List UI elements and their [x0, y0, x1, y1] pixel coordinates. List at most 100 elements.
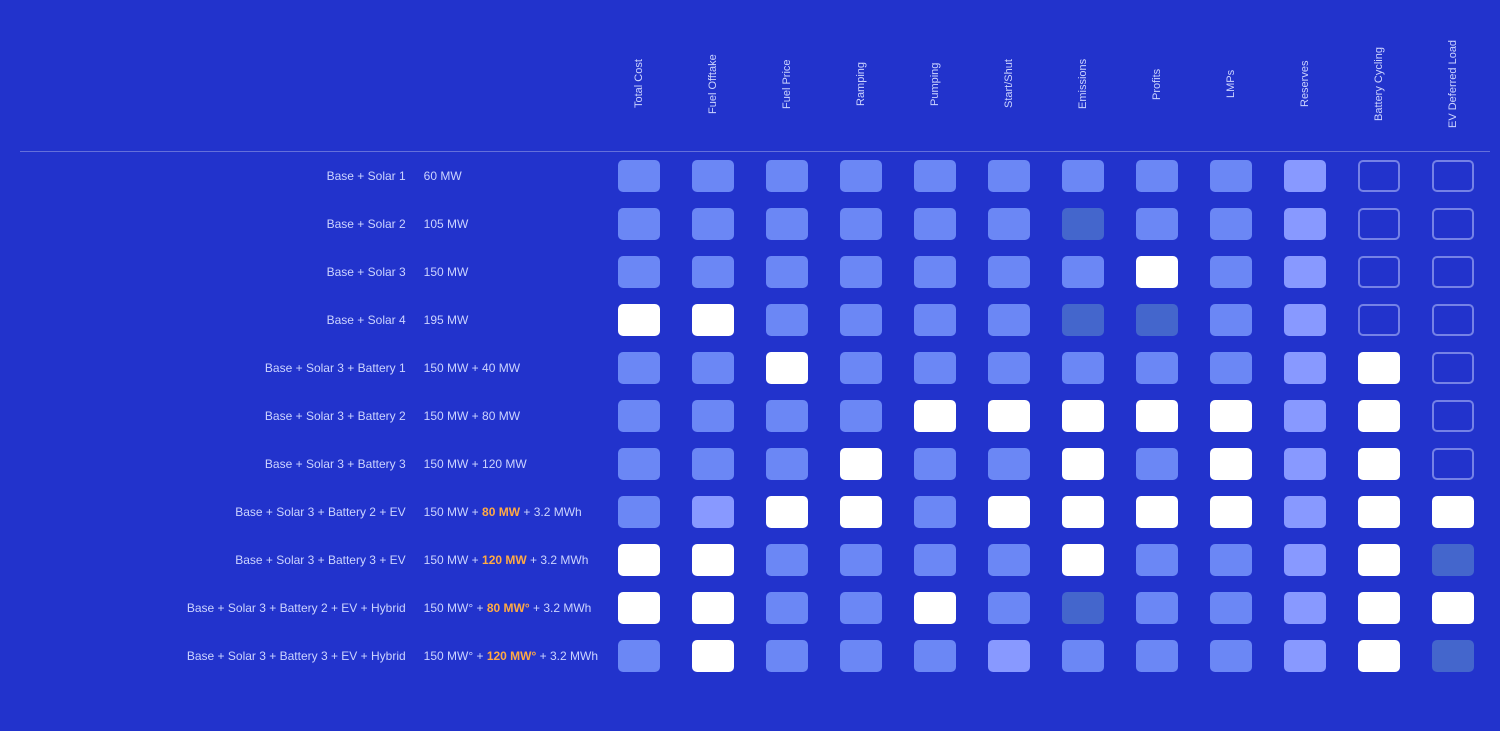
cell-box: [1210, 400, 1252, 432]
cell-box: [988, 640, 1030, 672]
data-cell: [602, 344, 676, 392]
data-cell: [824, 152, 898, 200]
cell-box: [1358, 496, 1400, 528]
data-cell: [1194, 392, 1268, 440]
data-cell: [1342, 152, 1416, 200]
data-cell: [1046, 200, 1120, 248]
cell-box: [840, 208, 882, 240]
table-row: Base + Solar 2105 MW: [20, 200, 1490, 248]
header-row: Total Cost Fuel Offtake Fuel Price Rampi…: [20, 20, 1490, 152]
cell-box: [1136, 352, 1178, 384]
cell-box: [618, 448, 660, 480]
data-cell: [1416, 296, 1490, 344]
data-cell: [1342, 536, 1416, 584]
cell-box: [914, 640, 956, 672]
data-cell: [750, 632, 824, 680]
data-cell: [1120, 392, 1194, 440]
data-cell: [1194, 488, 1268, 536]
data-cell: [676, 392, 750, 440]
data-cell: [750, 248, 824, 296]
table-body: Base + Solar 160 MWBase + Solar 2105 MWB…: [20, 152, 1490, 680]
th-emissions: Emissions: [1046, 20, 1120, 152]
cell-box: [988, 256, 1030, 288]
cell-box: [618, 400, 660, 432]
data-cell: [602, 584, 676, 632]
cell-box: [618, 640, 660, 672]
cell-box: [914, 160, 956, 192]
th-profits: Profits: [1120, 20, 1194, 152]
data-cell: [602, 488, 676, 536]
cell-box: [1062, 160, 1104, 192]
th-battery-cycling: Battery Cycling: [1342, 20, 1416, 152]
data-cell: [1046, 296, 1120, 344]
data-cell: [824, 632, 898, 680]
data-cell: [676, 296, 750, 344]
data-cell: [602, 200, 676, 248]
data-cell: [972, 584, 1046, 632]
row-mw: 105 MW: [416, 200, 602, 248]
data-cell: [1342, 344, 1416, 392]
data-cell: [1342, 632, 1416, 680]
th-total-cost: Total Cost: [602, 20, 676, 152]
data-cell: [1120, 248, 1194, 296]
cell-box: [1358, 448, 1400, 480]
cell-box: [618, 160, 660, 192]
data-cell: [972, 296, 1046, 344]
row-label: Base + Solar 4: [20, 296, 416, 344]
data-cell: [676, 536, 750, 584]
th-pumping: Pumping: [898, 20, 972, 152]
cell-box: [1432, 256, 1474, 288]
cell-box: [692, 448, 734, 480]
table-row: Base + Solar 3 + Battery 3150 MW + 120 M…: [20, 440, 1490, 488]
table-row: Base + Solar 3 + Battery 3 + EV + Hybrid…: [20, 632, 1490, 680]
data-cell: [750, 584, 824, 632]
data-cell: [676, 584, 750, 632]
cell-box: [1136, 448, 1178, 480]
th-ramping: Ramping: [824, 20, 898, 152]
data-cell: [750, 344, 824, 392]
data-cell: [898, 584, 972, 632]
cell-box: [766, 160, 808, 192]
data-cell: [1194, 344, 1268, 392]
cell-box: [618, 256, 660, 288]
data-cell: [1194, 248, 1268, 296]
row-label: Base + Solar 3 + Battery 2: [20, 392, 416, 440]
data-cell: [1268, 200, 1342, 248]
data-cell: [1194, 152, 1268, 200]
data-cell: [1268, 440, 1342, 488]
data-cell: [1120, 152, 1194, 200]
data-cell: [972, 344, 1046, 392]
table-row: Base + Solar 3 + Battery 3 + EV150 MW + …: [20, 536, 1490, 584]
data-cell: [1416, 152, 1490, 200]
data-cell: [1342, 440, 1416, 488]
cell-box: [988, 304, 1030, 336]
cell-box: [840, 592, 882, 624]
cell-box: [692, 640, 734, 672]
data-cell: [1046, 536, 1120, 584]
data-cell: [1416, 344, 1490, 392]
cell-box: [840, 352, 882, 384]
th-fuel-price: Fuel Price: [750, 20, 824, 152]
row-label: Base + Solar 3 + Battery 3 + EV: [20, 536, 416, 584]
row-mw: 150 MW + 40 MW: [416, 344, 602, 392]
data-cell: [602, 440, 676, 488]
cell-box: [1210, 352, 1252, 384]
cell-box: [1062, 592, 1104, 624]
data-cell: [676, 344, 750, 392]
data-cell: [750, 440, 824, 488]
cell-box: [1062, 448, 1104, 480]
data-cell: [824, 200, 898, 248]
data-cell: [750, 200, 824, 248]
cell-box: [1432, 352, 1474, 384]
cell-box: [988, 352, 1030, 384]
data-cell: [1416, 584, 1490, 632]
cell-box: [988, 400, 1030, 432]
data-cell: [898, 488, 972, 536]
data-cell: [1268, 536, 1342, 584]
cell-box: [914, 496, 956, 528]
data-cell: [676, 632, 750, 680]
cell-box: [1210, 592, 1252, 624]
data-cell: [824, 344, 898, 392]
cell-box: [1062, 544, 1104, 576]
cell-box: [1432, 160, 1474, 192]
